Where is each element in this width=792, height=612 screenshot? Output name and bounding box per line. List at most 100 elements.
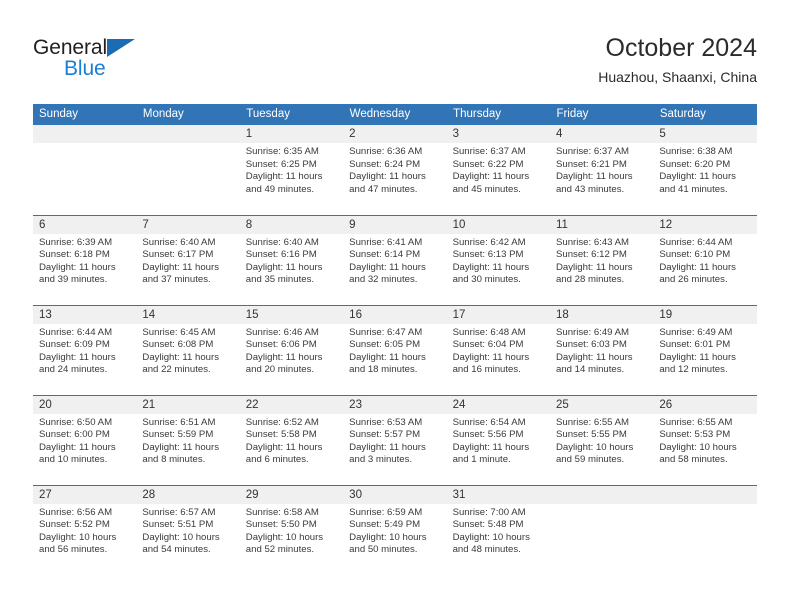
day-number: 16 [343, 305, 447, 324]
calendar-body: 1 Sunrise: 6:35 AM Sunset: 6:25 PM Dayli… [33, 125, 757, 575]
sunset-text: Sunset: 5:56 PM [452, 429, 524, 441]
calendar-page: General Blue October 2024 Huazhou, Shaan… [0, 0, 792, 612]
sunset-text: Sunset: 5:52 PM [39, 519, 110, 531]
daylight-text-line2: and 6 minutes. [245, 454, 309, 466]
calendar-day-cell[interactable]: 21 Sunrise: 6:51 AM Sunset: 5:59 PM Dayl… [136, 394, 240, 485]
calendar-day-cell[interactable]: 30 Sunrise: 6:59 AM Sunset: 5:49 PM Dayl… [343, 484, 447, 575]
day-number: 22 [239, 395, 344, 414]
day-number: 28 [136, 485, 240, 504]
daylight-text-line2: and 20 minutes. [245, 364, 315, 376]
daylight-text-line1: Daylight: 11 hours [349, 261, 426, 273]
daylight-text-line2: and 45 minutes. [452, 183, 521, 195]
daylight-text-line1: Daylight: 11 hours [452, 261, 530, 273]
daylight-text-line1: Daylight: 11 hours [245, 351, 323, 363]
calendar-day-cell[interactable]: 7 Sunrise: 6:40 AM Sunset: 6:17 PM Dayli… [136, 214, 240, 305]
daylight-text-line2: and 22 minutes. [142, 364, 211, 376]
calendar-day-cell[interactable]: 31 Sunrise: 7:00 AM Sunset: 5:48 PM Dayl… [446, 484, 550, 575]
sunset-text: Sunset: 6:00 PM [39, 429, 110, 441]
sunrise-text: Sunrise: 6:59 AM [349, 506, 423, 518]
sunrise-text: Sunrise: 6:48 AM [452, 326, 526, 338]
daylight-text-line2: and 18 minutes. [349, 364, 418, 376]
calendar-day-cell[interactable]: 8 Sunrise: 6:40 AM Sunset: 6:16 PM Dayli… [239, 214, 344, 305]
calendar-week-row: 20 Sunrise: 6:50 AM Sunset: 6:00 PM Dayl… [33, 394, 757, 485]
daylight-text-line1: Daylight: 11 hours [39, 351, 116, 363]
calendar-table: Sunday Monday Tuesday Wednesday Thursday… [33, 104, 758, 575]
calendar-day-cell[interactable]: 23 Sunrise: 6:53 AM Sunset: 5:57 PM Dayl… [343, 394, 447, 485]
sunrise-text: Sunrise: 6:44 AM [659, 236, 733, 248]
day-number [33, 125, 137, 143]
daylight-text-line1: Daylight: 11 hours [39, 261, 116, 273]
daylight-text-line2: and 59 minutes. [555, 454, 625, 466]
daylight-text-line1: Daylight: 11 hours [555, 351, 633, 363]
calendar-day-cell[interactable] [33, 125, 137, 215]
calendar-week-row: 13 Sunrise: 6:44 AM Sunset: 6:09 PM Dayl… [33, 304, 757, 395]
daylight-text-line1: Daylight: 10 hours [349, 531, 427, 543]
daylight-text-line2: and 39 minutes. [39, 274, 108, 286]
sunrise-text: Sunrise: 6:40 AM [142, 236, 216, 248]
sunset-text: Sunset: 6:24 PM [349, 158, 421, 170]
daylight-text-line2: and 41 minutes. [659, 183, 728, 195]
daylight-text-line1: Daylight: 10 hours [452, 531, 530, 543]
day-number: 24 [446, 395, 550, 414]
calendar-day-cell[interactable]: 15 Sunrise: 6:46 AM Sunset: 6:06 PM Dayl… [239, 304, 344, 395]
calendar-day-cell[interactable]: 22 Sunrise: 6:52 AM Sunset: 5:58 PM Dayl… [239, 394, 344, 485]
daylight-text-line1: Daylight: 11 hours [452, 171, 530, 183]
calendar-day-cell[interactable]: 14 Sunrise: 6:45 AM Sunset: 6:08 PM Dayl… [136, 304, 240, 395]
calendar-day-cell[interactable]: 19 Sunrise: 6:49 AM Sunset: 6:01 PM Dayl… [653, 304, 757, 395]
sunrise-text: Sunrise: 6:41 AM [349, 236, 423, 248]
daylight-text-line1: Daylight: 11 hours [349, 171, 426, 183]
calendar-day-cell[interactable]: 17 Sunrise: 6:48 AM Sunset: 6:04 PM Dayl… [446, 304, 550, 395]
daylight-text-line2: and 52 minutes. [245, 544, 315, 556]
day-number: 6 [33, 215, 137, 234]
calendar-week-row: 6 Sunrise: 6:39 AM Sunset: 6:18 PM Dayli… [33, 214, 757, 305]
daylight-text-line1: Daylight: 10 hours [245, 531, 324, 543]
daylight-text-line1: Daylight: 10 hours [555, 441, 634, 453]
day-number: 19 [653, 305, 757, 324]
calendar-day-cell[interactable]: 3 Sunrise: 6:37 AM Sunset: 6:22 PM Dayli… [446, 125, 550, 215]
day-number: 9 [343, 215, 447, 234]
sunrise-text: Sunrise: 6:55 AM [555, 416, 630, 428]
weekday-header-monday: Monday [136, 104, 241, 125]
page-title: October 2024 [605, 34, 758, 62]
calendar-day-cell[interactable]: 29 Sunrise: 6:58 AM Sunset: 5:50 PM Dayl… [239, 484, 344, 575]
calendar-day-cell[interactable]: 12 Sunrise: 6:44 AM Sunset: 6:10 PM Dayl… [653, 214, 757, 305]
day-number [136, 125, 240, 143]
daylight-text-line1: Daylight: 11 hours [142, 441, 220, 453]
sunset-text: Sunset: 5:58 PM [245, 429, 317, 441]
day-number: 12 [653, 215, 757, 234]
day-number: 4 [549, 125, 654, 143]
calendar-day-cell[interactable]: 18 Sunrise: 6:49 AM Sunset: 6:03 PM Dayl… [549, 304, 654, 395]
calendar-day-cell[interactable]: 10 Sunrise: 6:42 AM Sunset: 6:13 PM Dayl… [446, 214, 550, 305]
calendar-day-cell[interactable] [549, 484, 654, 575]
day-number: 5 [653, 125, 757, 143]
sunrise-text: Sunrise: 6:54 AM [452, 416, 526, 428]
daylight-text-line1: Daylight: 11 hours [245, 441, 323, 453]
calendar-day-cell[interactable]: 5 Sunrise: 6:38 AM Sunset: 6:20 PM Dayli… [653, 125, 757, 215]
calendar-day-cell[interactable]: 26 Sunrise: 6:55 AM Sunset: 5:53 PM Dayl… [653, 394, 757, 485]
calendar-day-cell[interactable]: 25 Sunrise: 6:55 AM Sunset: 5:55 PM Dayl… [549, 394, 654, 485]
daylight-text-line2: and 12 minutes. [659, 364, 728, 376]
calendar-day-cell[interactable]: 16 Sunrise: 6:47 AM Sunset: 6:05 PM Dayl… [343, 304, 447, 395]
sunset-text: Sunset: 6:17 PM [142, 249, 214, 261]
daylight-text-line1: Daylight: 11 hours [142, 351, 220, 363]
logo-triangle-icon [107, 39, 135, 57]
calendar-day-cell[interactable]: 20 Sunrise: 6:50 AM Sunset: 6:00 PM Dayl… [33, 394, 137, 485]
daylight-text-line2: and 10 minutes. [39, 454, 108, 466]
calendar-day-cell[interactable]: 9 Sunrise: 6:41 AM Sunset: 6:14 PM Dayli… [343, 214, 447, 305]
sunrise-text: Sunrise: 6:38 AM [659, 146, 733, 157]
calendar-day-cell[interactable]: 4 Sunrise: 6:37 AM Sunset: 6:21 PM Dayli… [549, 125, 654, 215]
calendar-day-cell[interactable] [136, 125, 240, 215]
calendar-day-cell[interactable]: 28 Sunrise: 6:57 AM Sunset: 5:51 PM Dayl… [136, 484, 240, 575]
calendar-day-cell[interactable]: 24 Sunrise: 6:54 AM Sunset: 5:56 PM Dayl… [446, 394, 550, 485]
calendar-day-cell[interactable] [653, 484, 757, 575]
calendar-day-cell[interactable]: 11 Sunrise: 6:43 AM Sunset: 6:12 PM Dayl… [549, 214, 654, 305]
calendar-day-cell[interactable]: 27 Sunrise: 6:56 AM Sunset: 5:52 PM Dayl… [33, 484, 137, 575]
calendar-day-cell[interactable]: 2 Sunrise: 6:36 AM Sunset: 6:24 PM Dayli… [343, 125, 447, 215]
sunrise-text: Sunrise: 6:39 AM [39, 236, 113, 248]
sunrise-text: Sunrise: 7:00 AM [452, 506, 526, 518]
daylight-text-line2: and 54 minutes. [142, 544, 211, 556]
day-number: 26 [653, 395, 757, 414]
calendar-day-cell[interactable]: 13 Sunrise: 6:44 AM Sunset: 6:09 PM Dayl… [33, 304, 137, 395]
calendar-day-cell[interactable]: 6 Sunrise: 6:39 AM Sunset: 6:18 PM Dayli… [33, 214, 137, 305]
calendar-day-cell[interactable]: 1 Sunrise: 6:35 AM Sunset: 6:25 PM Dayli… [239, 125, 344, 215]
